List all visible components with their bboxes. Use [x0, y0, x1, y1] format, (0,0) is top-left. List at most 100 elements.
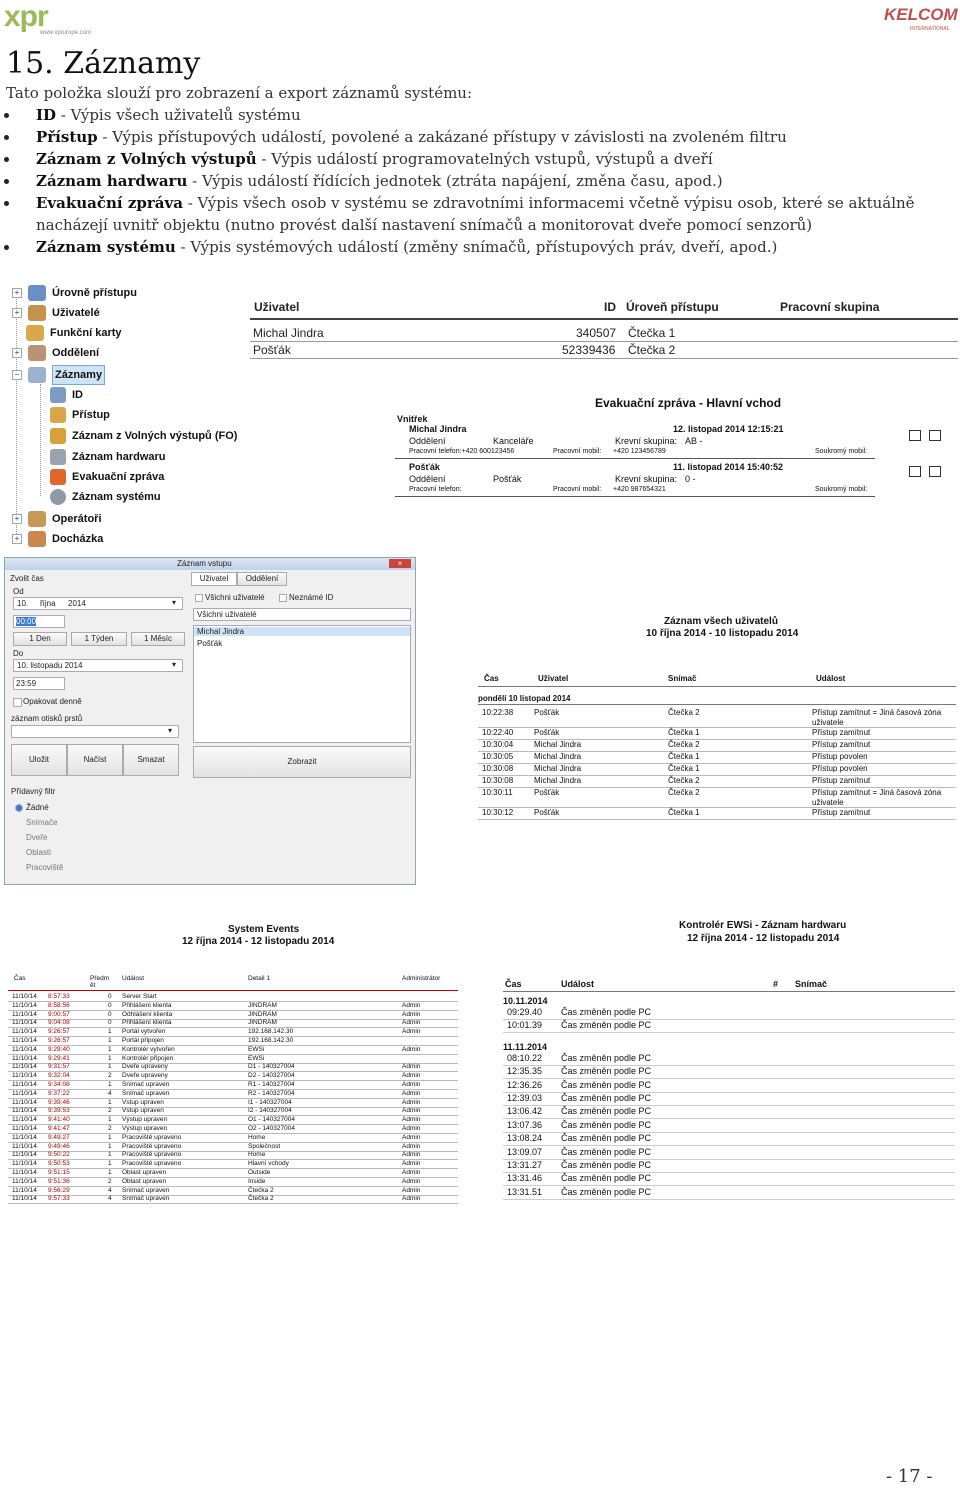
cell-event: Portál připojen	[122, 1037, 164, 1044]
one-month-button[interactable]: 1 Měsíc	[131, 632, 185, 646]
dialog-title: Záznam vstupu	[177, 559, 232, 568]
delete-button[interactable]: Smazat	[123, 744, 179, 776]
hardware-report: Kontrolér EWSi - Záznam hardwaru 12 říjn…	[503, 918, 958, 1208]
cell-detail: D1 - 140327004	[248, 1063, 295, 1071]
cell-event: Snímač upraven	[122, 1081, 170, 1088]
tree-item-operators[interactable]: + Operátoři	[12, 510, 102, 528]
filter-label[interactable]: Dveře	[26, 833, 47, 842]
page-number: - 17 -	[886, 1466, 933, 1487]
cell-event: Čas změněn podle PC	[561, 1133, 652, 1144]
cell-time: 12:39.03	[507, 1093, 543, 1103]
expand-icon[interactable]: +	[12, 534, 22, 544]
person-name: Pošťák	[409, 462, 440, 472]
all-users-label: Všichni uživatelé	[205, 593, 265, 602]
unknown-id-checkbox[interactable]	[279, 594, 287, 602]
expand-icon[interactable]: +	[12, 514, 22, 524]
tree-item-evacuation[interactable]: Evakuační zpráva	[50, 468, 164, 486]
tree-item-hardware[interactable]: Záznam hardwaru	[50, 448, 166, 466]
list-item[interactable]: Michal Jindra	[194, 627, 410, 636]
bullet-dot-icon	[4, 157, 9, 162]
report-range: 12 října 2014 - 12 listopadu 2014	[182, 936, 335, 947]
all-users-checkbox[interactable]	[195, 594, 203, 602]
cell-event: Dveře upraveny	[122, 1063, 168, 1071]
cell-admin: Admin	[402, 1081, 421, 1088]
template-select[interactable]: ▾	[11, 725, 179, 738]
row-divider	[8, 1053, 458, 1055]
filter-label[interactable]: Snímače	[26, 818, 58, 827]
tree-item-departments[interactable]: + Oddělení	[12, 344, 99, 362]
tab-department-label: Oddělení	[245, 574, 279, 583]
collapse-icon[interactable]: −	[12, 370, 22, 380]
cell-date: 11/10/14	[12, 1001, 37, 1009]
show-button[interactable]: Zobrazit	[193, 746, 411, 778]
from-time-field[interactable]: 00:00	[13, 615, 65, 628]
tree-label: Přístup	[72, 409, 110, 421]
kelcom-logo-mark: KELCOM	[884, 5, 958, 24]
cell-date: 11/10/14	[12, 1142, 37, 1150]
cell-event: Kontrolér vytvořen	[122, 1045, 175, 1053]
cell-admin: Admin	[402, 1142, 421, 1150]
kelcom-logo-sub: INTERNATIONAL	[910, 26, 950, 32]
load-button[interactable]: Načíst	[67, 744, 123, 776]
bullet-text: - Výpis událostí programovatelných vstup…	[256, 150, 713, 168]
expand-icon[interactable]: +	[12, 288, 22, 298]
one-week-button[interactable]: 1 Týden	[71, 632, 127, 646]
cell-user: Pošťák	[534, 808, 560, 817]
cell-admin: Admin	[402, 1089, 421, 1097]
cell-reader: Čtečka 1	[668, 728, 700, 737]
day-header: 11.11.2014	[503, 1041, 548, 1052]
cell-time: 13:31.51	[507, 1186, 543, 1197]
tree-label: Záznam z Volných výstupů (FO)	[72, 430, 238, 442]
tab-department[interactable]: Oddělení	[237, 572, 287, 586]
cell-date: 11/10/14	[12, 1151, 37, 1159]
filter-label[interactable]: Oblasti	[26, 848, 51, 857]
tree-item-attendance[interactable]: + Docházka	[12, 530, 103, 548]
cell-event: Oblast upraven	[122, 1169, 167, 1176]
navigation-tree: + Úrovně přístupu + Uživatelé Funkční kart…	[8, 282, 248, 548]
save-button[interactable]: Uložit	[11, 744, 67, 776]
cell-event: Čas změněn podle PC	[561, 1066, 652, 1077]
to-time-field[interactable]: 23:59	[13, 677, 65, 690]
close-button[interactable]: ×	[389, 559, 411, 568]
to-date-picker[interactable]: 10. listopadu 2014 ▾	[13, 659, 183, 672]
tree-item-id[interactable]: ID	[50, 386, 83, 404]
tab-user[interactable]: Uživatel	[191, 572, 237, 586]
tree-item-access[interactable]: Přístup	[50, 406, 110, 424]
from-date-picker[interactable]: 10. října 2014 ▾	[13, 597, 183, 610]
filter-label[interactable]: Pracoviště	[26, 863, 63, 872]
tree-item-records[interactable]: − Záznamy	[12, 365, 106, 385]
checkbox[interactable]	[909, 430, 921, 441]
tree-item-system[interactable]: Záznam systému	[50, 488, 161, 506]
checkbox[interactable]	[909, 466, 921, 477]
cell-time: 10:01.39	[507, 1020, 543, 1031]
divider	[478, 686, 956, 687]
filter-radio-none[interactable]	[15, 804, 23, 812]
column-header: Uživatel	[254, 300, 300, 314]
row-divider	[8, 1106, 458, 1108]
users-combo[interactable]: Všichni uživatelé	[193, 608, 411, 621]
person-date: 11. listopad 2014 15:40:52	[673, 462, 784, 472]
expand-icon[interactable]: +	[12, 348, 22, 358]
checkbox[interactable]	[929, 430, 941, 441]
cell-event: Čas změněn podle PC	[561, 1146, 652, 1157]
cell-date: 11/10/14	[12, 1125, 37, 1132]
tree-item-users[interactable]: + Uživatelé	[12, 304, 100, 322]
tree-item-function-cards[interactable]: Funkční karty	[26, 324, 122, 342]
user-list[interactable]: Michal Jindra Pošťák	[193, 625, 411, 743]
one-day-button[interactable]: 1 Den	[13, 632, 67, 646]
expand-icon[interactable]: +	[12, 308, 22, 318]
tree-line	[40, 384, 41, 496]
cell-subject: 2	[108, 1125, 112, 1132]
day-header: pondělí 10 listopad 2014	[478, 694, 571, 703]
cell-time: 9:50:53	[48, 1160, 70, 1168]
list-item[interactable]: Pošťák	[197, 639, 222, 648]
row-divider	[8, 1009, 458, 1011]
cell-detail: 192.168.142.30	[248, 1028, 294, 1036]
checkbox[interactable]	[929, 466, 941, 477]
blood-value: 0 -	[685, 474, 696, 484]
tree-item-free-outputs[interactable]: Záznam z Volných výstupů (FO)	[50, 427, 237, 445]
tree-item-access-levels[interactable]: + Úrovně přístupu	[12, 284, 137, 302]
repeat-daily-checkbox[interactable]	[13, 698, 22, 707]
repeat-daily-label: Opakovat denně	[23, 697, 82, 706]
cell-event: Snímač upraven	[122, 1186, 170, 1194]
